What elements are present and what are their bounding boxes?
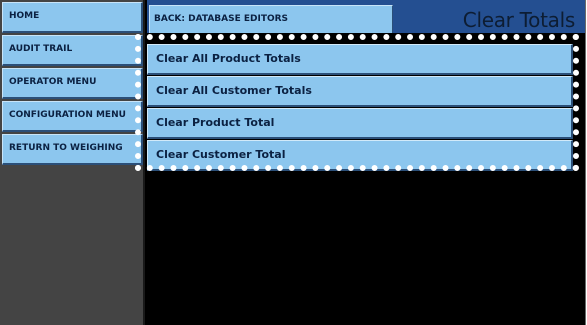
back-button[interactable]: BACK: DATABASE EDITORS	[149, 5, 393, 33]
clear-product-total-button[interactable]: Clear Product Total	[147, 108, 573, 139]
sidebar-item-audit-trail[interactable]: AUDIT TRAIL	[2, 35, 143, 66]
page-title: Clear Totals	[462, 8, 575, 32]
clear-totals-menu: Clear All Product Totals Clear All Custo…	[147, 43, 573, 171]
sidebar-item-home[interactable]: HOME	[2, 2, 143, 33]
sidebar-item-configuration-menu[interactable]: CONFIGURATION MENU	[2, 101, 143, 132]
clear-all-product-totals-button[interactable]: Clear All Product Totals	[147, 44, 573, 75]
clear-customer-total-button[interactable]: Clear Customer Total	[147, 140, 573, 171]
clear-all-customer-totals-button[interactable]: Clear All Customer Totals	[147, 76, 573, 107]
terminal-frame: HOME AUDIT TRAIL OPERATOR MENU CONFIGURA…	[0, 0, 586, 325]
screen: HOME AUDIT TRAIL OPERATOR MENU CONFIGURA…	[0, 0, 587, 325]
sidebar-item-return-to-weighing[interactable]: RETURN TO WEIGHING	[2, 134, 143, 165]
sidebar-nav: HOME AUDIT TRAIL OPERATOR MENU CONFIGURA…	[0, 0, 145, 325]
sidebar-item-operator-menu[interactable]: OPERATOR MENU	[2, 68, 143, 99]
